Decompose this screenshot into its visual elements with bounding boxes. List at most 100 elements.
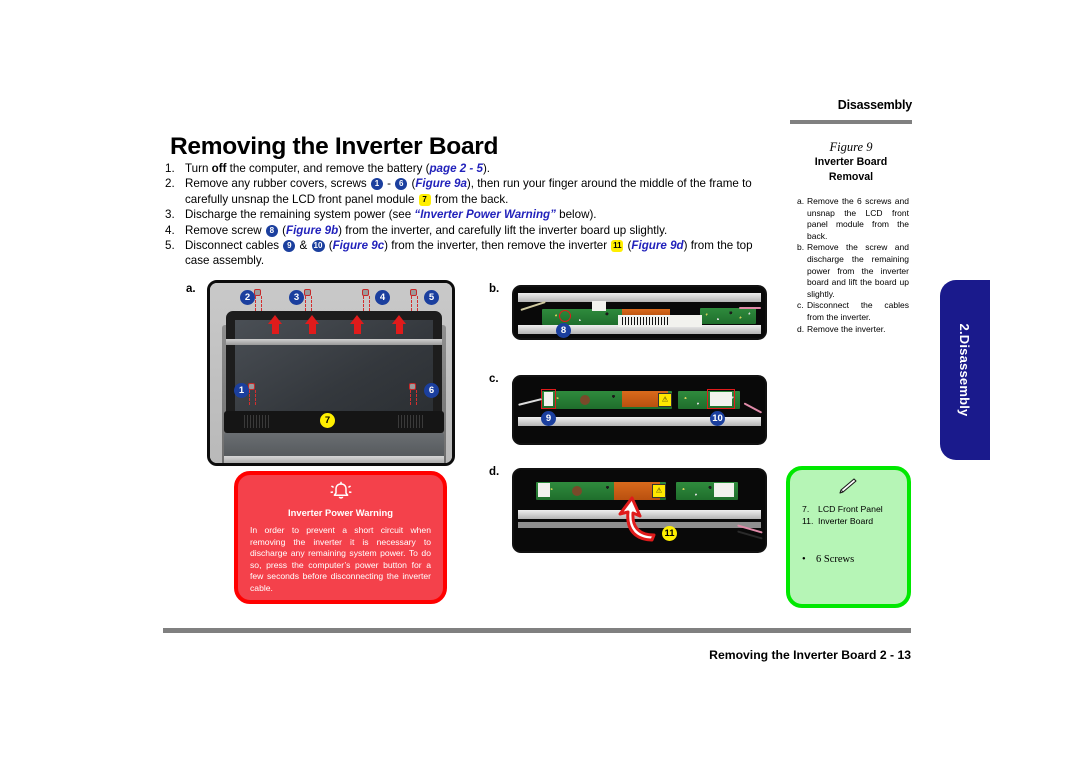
callout-2: 2 (240, 290, 255, 305)
screw-icon-4 (362, 289, 370, 311)
parts-list: 7. LCD Front Panel 11. Inverter Board (802, 504, 899, 527)
connector-left-d (538, 483, 550, 497)
cross-reference: Figure 9d (631, 239, 684, 253)
up-arrow-1 (268, 315, 283, 334)
step-3: 3. Discharge the remaining system power (… (163, 207, 778, 222)
speaker-grill-right (398, 415, 424, 428)
figure-step-list: a. Remove the 6 screws and unsnap the LCD… (797, 196, 909, 335)
text-run: ). (482, 162, 491, 175)
text-run: - (383, 177, 395, 191)
chapter-tab: 2.Disassembly (940, 280, 990, 460)
text-run: Remove any rubber covers, screws (185, 177, 370, 191)
up-arrow-2 (305, 315, 320, 334)
step-number: 4. (165, 223, 175, 237)
callout-badge-11: 11 (611, 240, 624, 253)
lcd-front-bezel (226, 311, 442, 426)
warning-title: Inverter Power Warning (288, 507, 393, 518)
text-run: Disconnect cables (185, 239, 283, 253)
screw-icon-1 (248, 383, 256, 405)
figure-caption: Inverter Board Removal (790, 155, 912, 184)
step-number: 5. (165, 239, 175, 253)
lift-arrow-d (618, 496, 656, 542)
callout-4: 4 (375, 290, 390, 305)
step-text: Remove any rubber covers, screws 1 - 6 (… (185, 176, 778, 207)
figure-caption-line-2: Removal (828, 170, 874, 183)
procedure-steps: 1. Turn off the computer, and remove the … (163, 161, 778, 269)
figure-9a-photo: 2 3 4 5 1 6 7 (207, 280, 455, 466)
text-run: ) from the inverter, and carefully lift … (338, 223, 668, 237)
callout-1: 1 (234, 383, 249, 398)
footer-divider (163, 628, 911, 633)
text-run: Turn (185, 162, 212, 175)
connector-right-d (714, 483, 734, 497)
figure-step-letter: c. (797, 300, 804, 311)
step-text: Disconnect cables 9 & 10 (Figure 9c) fro… (185, 238, 778, 269)
screws-note-label: 6 Screws (816, 554, 855, 565)
pen-icon (790, 478, 907, 496)
lower-panel-strip (224, 456, 444, 463)
step-5: 5. Disconnect cables 9 & 10 (Figure 9c) f… (163, 238, 778, 269)
up-arrow-4 (392, 315, 407, 334)
part-item-1: 7. LCD Front Panel (802, 504, 899, 516)
figure-9c-photo: 9 10 (512, 375, 767, 445)
highlight-box-9 (541, 389, 556, 409)
part-label: Inverter Board (818, 515, 874, 526)
warning-label-icon-c (658, 393, 672, 407)
page-title: Removing the Inverter Board (170, 133, 499, 160)
part-number: 7. (802, 504, 810, 514)
callout-11: 11 (662, 526, 677, 541)
callout-badge-9: 9 (283, 240, 296, 253)
inverter-pcb-right-b (700, 308, 756, 324)
transformer-c (580, 395, 590, 405)
running-head: Disassembly (837, 98, 912, 112)
connector-b (592, 301, 606, 311)
highlight-box-10 (707, 389, 735, 409)
footer-text: Removing the Inverter Board 2 - 13 (709, 648, 911, 662)
figure-step-text: Remove the screw and discharge the remai… (807, 242, 909, 299)
speaker-grill-left (244, 415, 270, 428)
highlight-screw-circle-b (559, 310, 571, 322)
ringing-bell-icon (238, 480, 443, 502)
figure-step-text: Remove the 6 screws and unsnap the LCD f… (807, 196, 909, 241)
text-run: & (296, 239, 311, 253)
callout-8: 8 (556, 323, 571, 338)
text-run: ) from the inverter, then remove the inv… (384, 239, 611, 253)
warning-body: In order to prevent a short circuit when… (250, 525, 431, 593)
text-run: Discharge the remaining system power (se… (185, 208, 415, 222)
text-run: ( (278, 223, 286, 237)
header-divider (790, 120, 912, 124)
callout-3: 3 (289, 290, 304, 305)
screw-icon-5 (410, 289, 418, 311)
callout-badge-6: 6 (395, 178, 408, 191)
cross-reference: page 2 - 5 (429, 162, 483, 175)
figure-step-c: c. Disconnect the cables from the inverte… (797, 300, 909, 323)
cross-reference: Figure 9a (415, 177, 467, 191)
figure-step-letter: d. (797, 323, 805, 334)
step-text: Discharge the remaining system power (se… (185, 207, 778, 222)
part-number: 11. (802, 515, 814, 526)
inverter-power-warning-box: Inverter Power Warning In order to preve… (234, 471, 447, 604)
part-label: LCD Front Panel (818, 504, 883, 514)
panel-a-letter: a. (186, 283, 196, 295)
figure-9b-photo: 8 (512, 285, 767, 340)
bezel-top-strip (226, 339, 442, 345)
wire-right-b (739, 307, 761, 309)
text-run: below). (555, 208, 597, 222)
screw-icon-3 (304, 289, 312, 311)
part-item-2: 11. Inverter Board (802, 516, 899, 528)
callout-badge-10: 10 (311, 240, 325, 253)
figure-step-text: Remove the inverter. (807, 323, 886, 334)
text-run: Remove screw (185, 223, 265, 237)
screws-note: • 6 Screws (802, 554, 899, 565)
barcode-b (622, 317, 668, 325)
figure-step-letter: b. (797, 242, 805, 253)
panel-b-letter: b. (489, 283, 500, 295)
text-run: ( (325, 239, 333, 253)
bold-run: off (211, 162, 227, 175)
cross-reference: “Inverter Power Warning” (414, 208, 556, 222)
step-number: 3. (165, 208, 175, 222)
callout-6: 6 (424, 383, 439, 398)
screw-icon-2 (254, 289, 262, 311)
step-text: Remove screw 8 (Figure 9b) from the inve… (185, 223, 778, 238)
callout-10: 10 (710, 411, 725, 426)
